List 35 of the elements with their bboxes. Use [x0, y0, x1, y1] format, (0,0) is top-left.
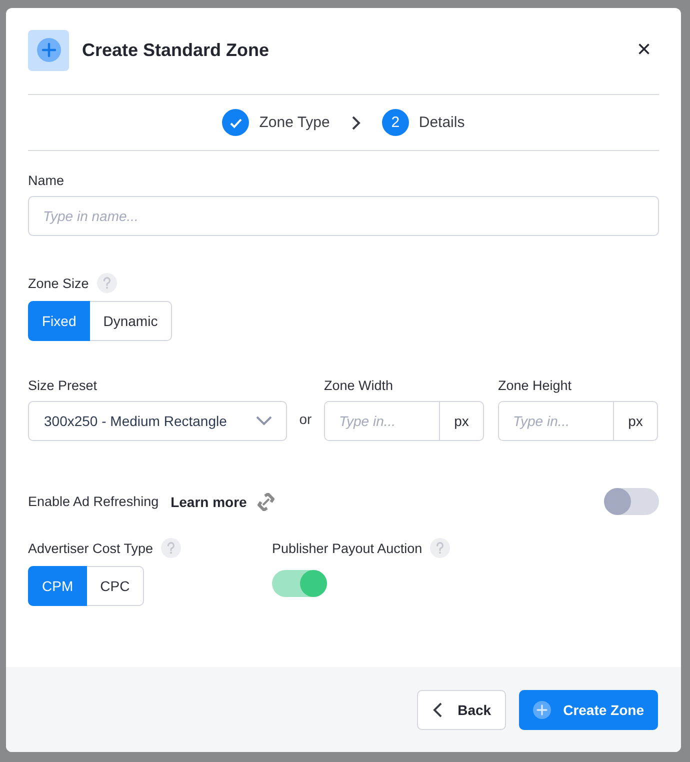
plus-icon — [533, 700, 552, 718]
name-input[interactable]: Type in name... — [28, 196, 659, 236]
dimension-input[interactable]: Type in... px — [498, 401, 658, 441]
step-label: Details — [418, 114, 465, 131]
field-label: Name — [28, 173, 66, 188]
step-number: 2 — [382, 109, 409, 136]
size-preset-select[interactable]: 300x250 - Medium Rectangle — [28, 401, 287, 441]
dialog-title: Create Standard Zone — [82, 40, 270, 60]
chevron-down-icon — [256, 416, 272, 426]
field-label: Zone Size — [28, 276, 89, 290]
step-label: Zone Type — [259, 114, 330, 131]
or-text: or — [298, 411, 313, 429]
help-icon[interactable] — [161, 538, 182, 558]
close-button[interactable]: × — [628, 38, 659, 62]
field-label: Size Preset — [28, 378, 98, 393]
field-label: Zone Height — [498, 378, 573, 393]
learn-more-link[interactable]: Learn more — [170, 494, 247, 510]
segment-option[interactable]: CPM — [28, 566, 88, 606]
field-label: Zone Width — [324, 378, 394, 393]
toggle-switch[interactable] — [272, 570, 327, 597]
dimension-input[interactable]: Type in... px — [324, 401, 484, 441]
help-icon[interactable] — [430, 538, 450, 558]
segment-option[interactable]: Fixed — [28, 301, 90, 341]
create-zone-button[interactable]: Create Zone — [519, 690, 658, 730]
field-label: Publisher Payout Auction — [272, 540, 422, 556]
plus-circle-icon — [36, 38, 60, 62]
field-label: Advertiser Cost Type — [28, 540, 154, 556]
segment-option[interactable]: CPC — [87, 566, 144, 606]
segment-option[interactable]: Dynamic — [90, 301, 172, 341]
chevron-right-icon — [350, 114, 362, 130]
toggle-switch[interactable] — [604, 488, 659, 515]
back-button[interactable]: Back — [417, 690, 506, 730]
field-label: Enable Ad Refreshing — [28, 494, 159, 509]
link-icon — [256, 492, 275, 510]
help-icon[interactable] — [96, 273, 117, 293]
